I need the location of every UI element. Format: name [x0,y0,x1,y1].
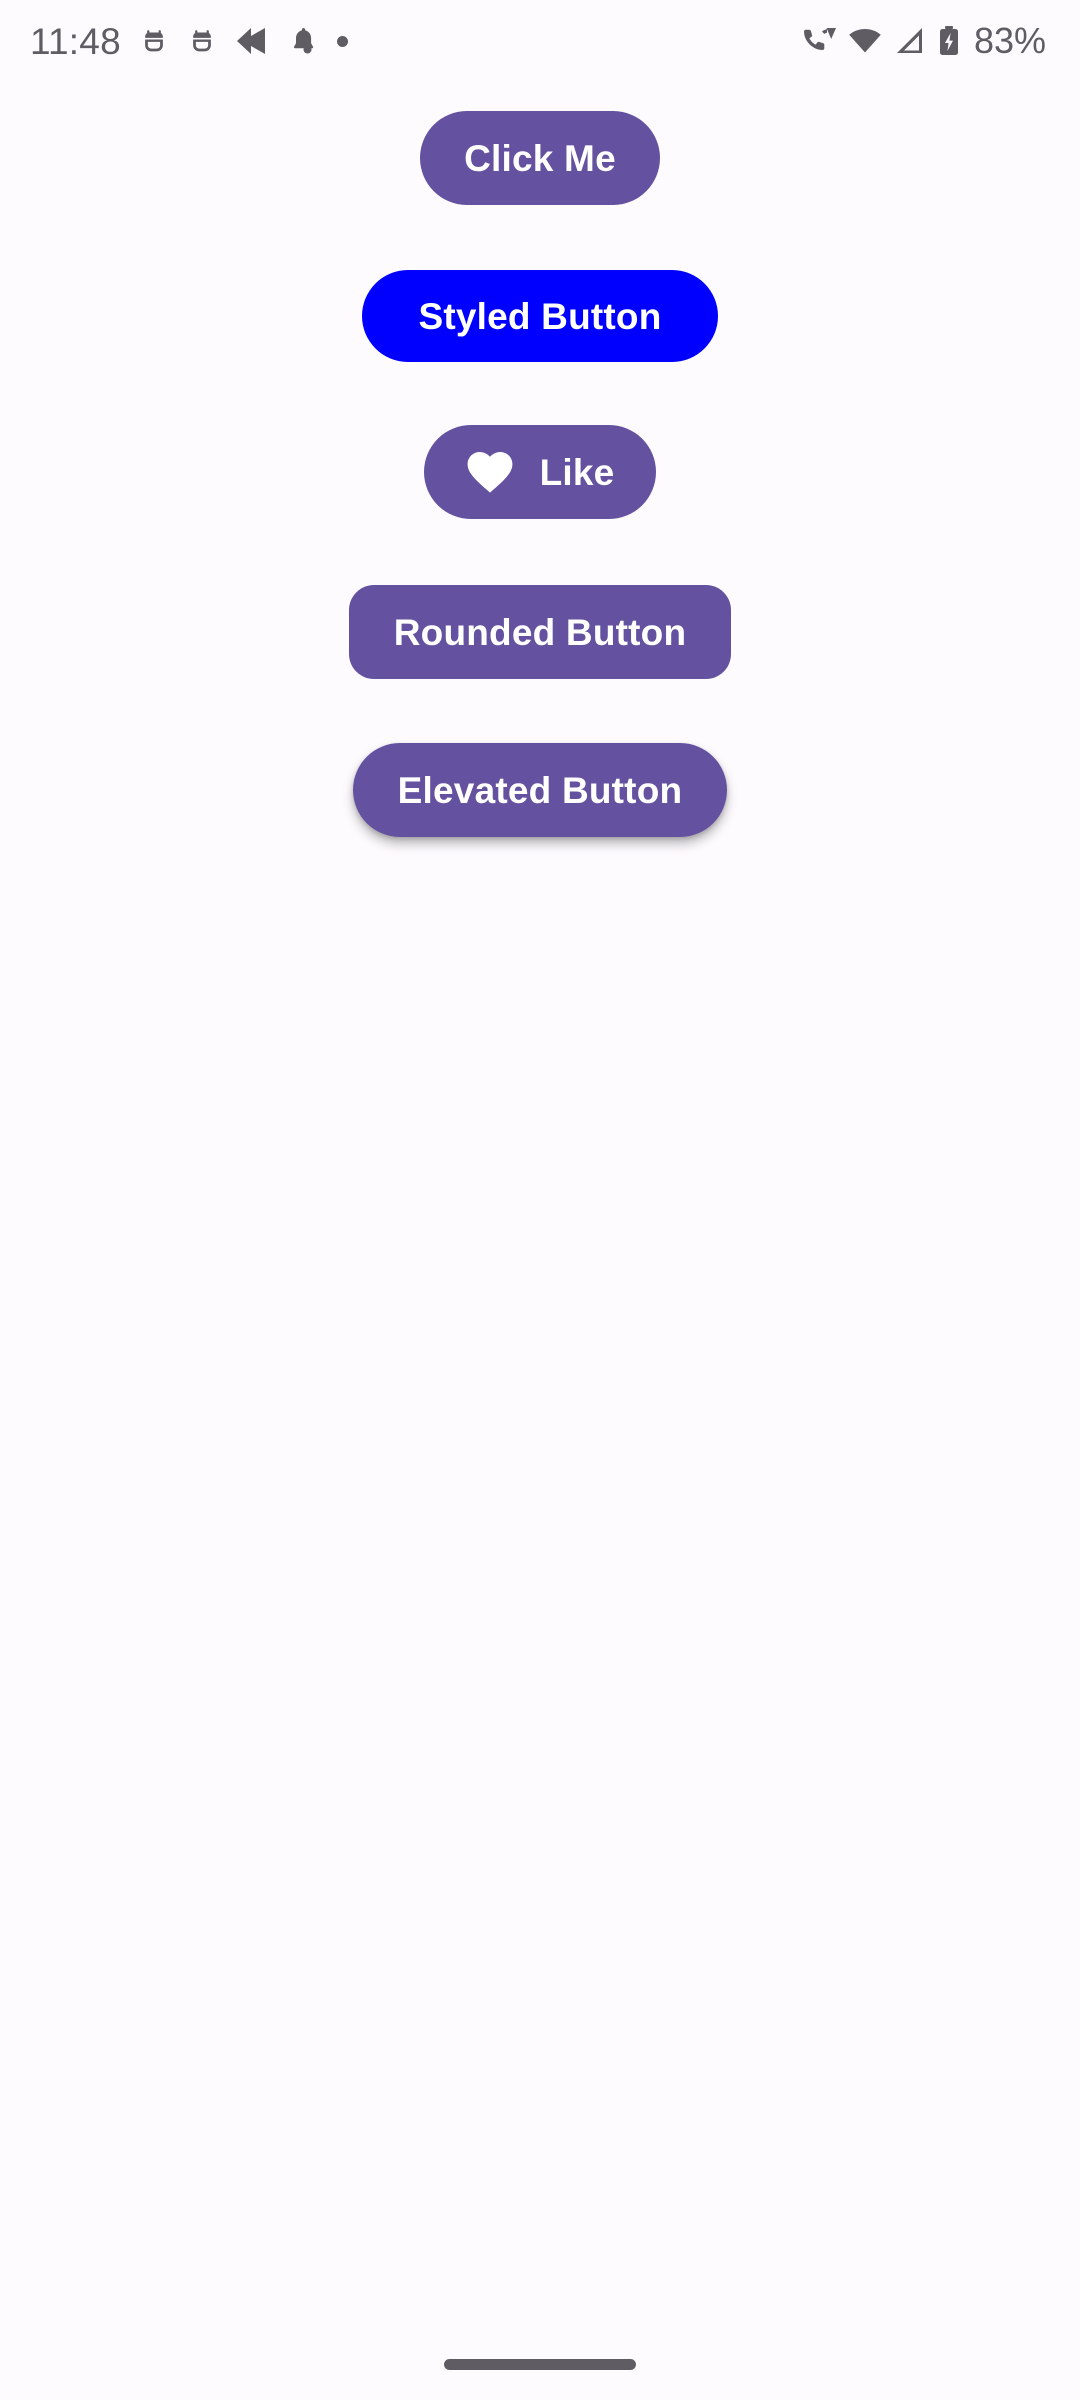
elevated-button[interactable]: Elevated Button [352,743,728,837]
phone-screen: 11:48 83% Click Me Styled Button Like Ro… [0,0,1080,2400]
battery-percentage-label: 83% [973,20,1046,61]
cellular-signal-icon [894,26,926,56]
styled-button[interactable]: Styled Button [362,270,718,362]
android-notification-icon-1 [139,26,169,56]
wifi-icon [848,26,882,56]
notification-dot-icon [336,35,348,47]
phone-wifi-calling-icon [800,25,836,57]
battery-charging-icon [938,25,960,57]
android-notification-icon-2 [187,26,217,56]
notification-bell-icon [287,25,319,57]
back-arrow-icon [235,26,269,56]
status-bar-clock: 11:48 [30,20,121,62]
rounded-button[interactable]: Rounded Button [348,585,732,679]
like-button-label: Like [539,451,615,493]
click-me-button[interactable]: Click Me [420,111,660,205]
button-list: Click Me Styled Button Like Rounded Butt… [0,82,1080,2328]
like-button[interactable]: Like [423,425,657,519]
status-bar: 11:48 83% [0,0,1080,82]
system-navigation-bar [0,2328,1080,2400]
gesture-home-pill[interactable] [444,2358,636,2370]
status-bar-right: 83% [800,23,1046,59]
heart-icon [466,450,514,494]
status-bar-left: 11:48 [30,23,348,60]
